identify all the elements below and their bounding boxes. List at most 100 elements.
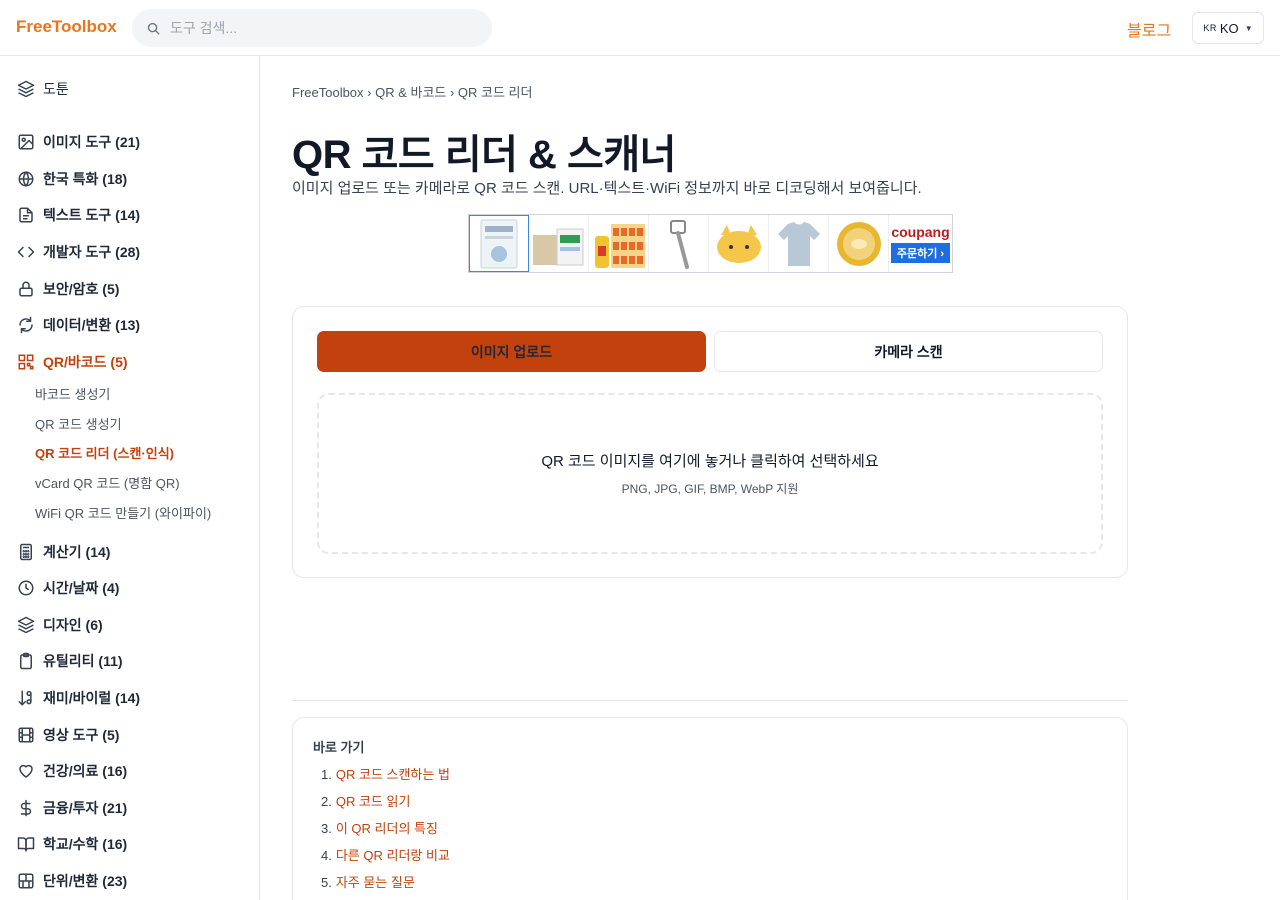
sidebar-item-label: 영상 도구 (5) <box>43 727 120 743</box>
file-text-icon <box>19 207 33 223</box>
sidebar-subitem-barcode[interactable]: 바코드 생성기 <box>35 384 110 403</box>
dropzone-instruction: QR 코드 이미지를 여기에 놓거나 클릭하여 선택하세요 <box>541 453 879 470</box>
lock-icon <box>19 281 33 297</box>
sidebar-item-text[interactable]: 텍스트 도구 (14) <box>17 205 140 225</box>
sidebar-item-video[interactable]: 영상 도구 (5) <box>17 725 119 745</box>
toc-item: 5. 자주 묻는 질문 <box>321 872 450 899</box>
dropzone-formats: PNG, JPG, GIF, BMP, WebP 지원 <box>621 482 799 496</box>
book-open-icon <box>17 837 35 852</box>
reader-card: 이미지 업로드 카메라 스캔 QR 코드 이미지를 여기에 놓거나 클릭하여 선… <box>292 306 1128 578</box>
toc-item-number: 4. <box>321 848 332 863</box>
toc-title: 바로 가기 <box>313 740 365 755</box>
film-icon <box>18 727 34 743</box>
sidebar-item-health[interactable]: 건강/의료 (16) <box>17 761 127 781</box>
sidebar: 도툰 이미지 도구 (21) 한국 특화 (18) 텍스트 도구 (14) 개발… <box>0 56 260 900</box>
toc-item: 1. QR 코드 스캔하는 법 <box>321 764 450 791</box>
sidebar-item-data[interactable]: 데이터/변환 (13) <box>17 315 140 335</box>
ad-product-thumb[interactable] <box>469 215 529 272</box>
sidebar-item-time[interactable]: 시간/날짜 (4) <box>17 578 119 598</box>
search-icon <box>147 22 160 34</box>
sidebar-item-label: 데이터/변환 (13) <box>43 317 141 333</box>
toc-item-number: 3. <box>321 821 332 836</box>
sidebar-item-label: QR/바코드 (5) <box>43 354 128 370</box>
heart-icon <box>19 764 33 778</box>
calculator-icon <box>20 543 32 561</box>
sidebar-item-label: 계산기 (14) <box>43 544 111 560</box>
ad-order-button[interactable]: 주문하기 › <box>890 243 951 263</box>
sidebar-item-calculator[interactable]: 계산기 (14) <box>17 542 110 562</box>
clipboard-icon <box>20 652 32 670</box>
ad-banner[interactable]: coupang 주문하기 › <box>468 214 953 273</box>
caret-down-icon: ▼ <box>1244 23 1253 33</box>
code-icon <box>17 246 35 258</box>
sidebar-item-label: 도툰 <box>43 81 69 97</box>
tab-image-upload[interactable]: 이미지 업로드 <box>317 331 706 372</box>
refresh-icon <box>19 316 33 334</box>
sidebar-item-developer[interactable]: 개발자 도구 (28) <box>17 242 140 262</box>
toc-item: 3. 이 QR 리더의 특징 <box>321 818 450 845</box>
sidebar-item-label: 단위/변환 (23) <box>43 873 128 889</box>
sidebar-item-label: 건강/의료 (16) <box>43 763 128 779</box>
sidebar-item-security[interactable]: 보안/암호 (5) <box>17 279 119 299</box>
toc-item: 4. 다른 QR 리더랑 비교 <box>321 845 450 872</box>
sidebar-subitem-qr-reader[interactable]: QR 코드 리더 (스캔·인식) <box>35 443 174 462</box>
language-selector[interactable]: KR KO ▼ <box>1192 12 1264 44</box>
sidebar-item-all[interactable]: 도툰 <box>17 79 69 99</box>
search-bar[interactable] <box>132 9 492 47</box>
breadcrumb[interactable]: FreeToolbox › QR & 바코드 › QR 코드 리더 <box>292 82 532 101</box>
globe-icon <box>18 171 34 187</box>
sidebar-subitem-wifi-qr[interactable]: WiFi QR 코드 만들기 (와이파이) <box>35 503 211 522</box>
toc-item-number: 1. <box>321 767 332 782</box>
ad-product-thumb[interactable] <box>769 215 829 272</box>
toc-list: 1. QR 코드 스캔하는 법 2. QR 코드 읽기 3. 이 QR 리더의 특징 … <box>321 764 450 899</box>
sidebar-item-fun[interactable]: 재미/바이럴 (14) <box>17 688 140 708</box>
sidebar-item-label: 시간/날짜 (4) <box>43 580 120 596</box>
sidebar-item-label: 학교/수학 (16) <box>43 836 128 852</box>
table-of-contents: 바로 가기 1. QR 코드 스캔하는 법 2. QR 코드 읽기 3. 이 QR 리… <box>292 717 1128 900</box>
sidebar-item-label: 재미/바이럴 (14) <box>43 690 141 706</box>
dollar-icon <box>20 799 32 817</box>
lang-label: KO <box>1219 20 1239 36</box>
ad-product-thumb[interactable] <box>529 215 589 272</box>
site-logo[interactable]: FreeToolbox <box>16 17 117 37</box>
top-header: FreeToolbox 블로그 KR KO ▼ <box>0 0 1280 56</box>
sidebar-item-label: 이미지 도구 (21) <box>43 134 141 150</box>
sidebar-subitem-qr-generator[interactable]: QR 코드 생성기 <box>35 414 122 433</box>
layers-icon <box>17 80 35 98</box>
toc-item-number: 5. <box>321 875 332 890</box>
image-icon <box>18 134 34 150</box>
sidebar-item-label: 보안/암호 (5) <box>43 281 120 297</box>
sidebar-item-utility[interactable]: 유틸리티 (11) <box>17 651 123 671</box>
sidebar-item-unit[interactable]: 단위/변환 (23) <box>17 871 127 891</box>
upload-dropzone[interactable]: QR 코드 이미지를 여기에 놓거나 클릭하여 선택하세요 PNG, JPG, … <box>317 393 1103 554</box>
sidebar-item-image[interactable]: 이미지 도구 (21) <box>17 132 140 152</box>
ad-product-thumb[interactable] <box>649 215 709 272</box>
toc-link[interactable]: 이 QR 리더의 특징 <box>336 821 438 836</box>
layers-icon <box>17 616 35 634</box>
ad-product-thumb[interactable] <box>709 215 769 272</box>
sidebar-item-finance[interactable]: 금융/투자 (21) <box>17 798 127 818</box>
ad-product-thumb[interactable] <box>589 215 649 272</box>
toc-item: 2. QR 코드 읽기 <box>321 791 450 818</box>
toc-link[interactable]: 자주 묻는 질문 <box>336 875 415 890</box>
blog-link[interactable]: 블로그 <box>1127 17 1171 41</box>
ad-brand-name: coupang <box>891 224 950 240</box>
page-title: QR 코드 리더 & 스캐너 <box>292 133 676 177</box>
sidebar-item-label: 유틸리티 (11) <box>43 653 123 669</box>
sidebar-subitem-vcard-qr[interactable]: vCard QR 코드 (명함 QR) <box>35 473 180 492</box>
sidebar-item-design[interactable]: 디자인 (6) <box>17 615 103 635</box>
toc-link[interactable]: QR 코드 스캔하는 법 <box>336 767 450 782</box>
sidebar-item-label: 한국 특화 (18) <box>43 171 128 187</box>
ad-product-thumb[interactable] <box>829 215 889 272</box>
tab-camera-scan[interactable]: 카메라 스캔 <box>714 331 1103 372</box>
toc-link[interactable]: QR 코드 읽기 <box>336 794 411 809</box>
sidebar-item-korea[interactable]: 한국 특화 (18) <box>17 169 127 189</box>
sidebar-item-qr[interactable]: QR/바코드 (5) <box>17 352 128 372</box>
sidebar-item-label: 텍스트 도구 (14) <box>43 207 141 223</box>
sidebar-item-school[interactable]: 학교/수학 (16) <box>17 834 127 854</box>
toc-link[interactable]: 다른 QR 리더랑 비교 <box>336 848 450 863</box>
search-input[interactable] <box>170 20 470 36</box>
page-description: 이미지 업로드 또는 카메라로 QR 코드 스캔. URL·텍스트·WiFi 정… <box>292 180 922 197</box>
ad-coupang[interactable]: coupang 주문하기 › <box>889 215 952 272</box>
clock-icon <box>18 580 34 596</box>
